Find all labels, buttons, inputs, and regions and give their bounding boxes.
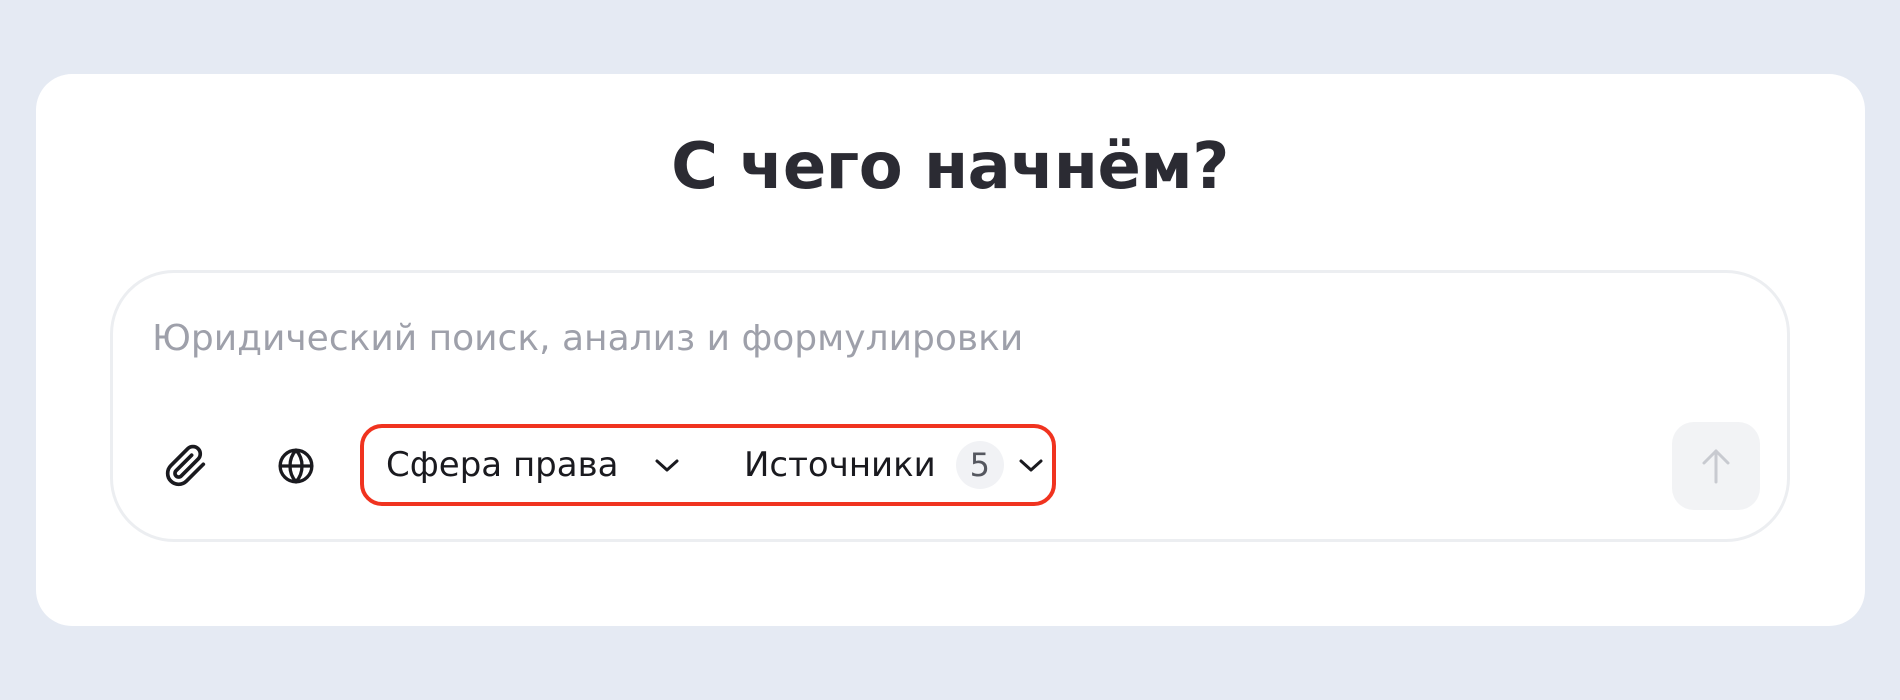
arrow-up-icon <box>1702 449 1730 484</box>
chevron-down-icon <box>1018 457 1044 473</box>
law-sphere-dropdown[interactable]: Сфера права <box>386 428 680 502</box>
page-title: С чего начнём? <box>671 130 1229 204</box>
send-button[interactable] <box>1672 422 1760 510</box>
web-search-button[interactable] <box>264 434 328 498</box>
sources-label: Источники <box>744 445 936 485</box>
attach-button[interactable] <box>154 434 218 498</box>
sources-dropdown[interactable]: Источники 5 <box>744 428 1044 502</box>
filters-highlight: Сфера права Источники 5 <box>360 424 1056 506</box>
chevron-down-icon <box>654 457 680 473</box>
law-sphere-label: Сфера права <box>386 445 619 485</box>
globe-icon <box>278 448 314 484</box>
sources-count-badge: 5 <box>955 441 1004 489</box>
paperclip-icon <box>165 444 206 487</box>
query-input-placeholder[interactable]: Юридический поиск, анализ и формулировки <box>152 318 1023 359</box>
